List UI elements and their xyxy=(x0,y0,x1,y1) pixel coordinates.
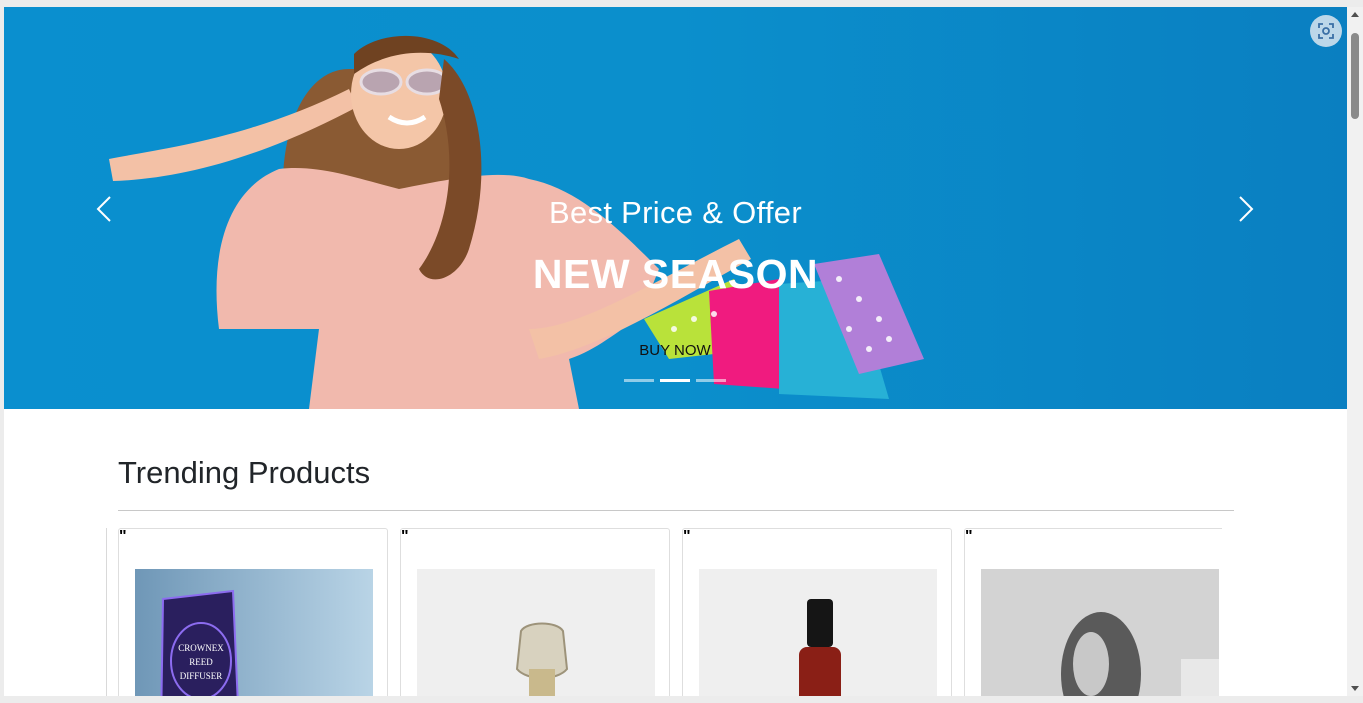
carousel-indicator-1[interactable] xyxy=(624,379,654,382)
product-card[interactable]: " CROWNEX REED DIFFUSER xyxy=(118,528,388,696)
carousel-prev-button[interactable] xyxy=(88,191,124,227)
product-card[interactable]: " xyxy=(400,528,670,696)
hero-subtitle: Best Price & Offer xyxy=(549,195,802,230)
section-divider xyxy=(118,510,1234,511)
triangle-down-icon xyxy=(1351,686,1359,691)
product-image[interactable] xyxy=(981,569,1219,696)
carousel-indicator-2[interactable] xyxy=(660,379,690,382)
screen-capture-icon xyxy=(1318,23,1334,39)
hero-title: NEW SEASON xyxy=(532,251,819,297)
chevron-right-icon xyxy=(1239,196,1254,222)
scroll-down-button[interactable] xyxy=(1347,680,1363,696)
product-card[interactable]: " xyxy=(964,528,1222,696)
product-card-mark: " xyxy=(119,528,127,545)
product-card[interactable]: " xyxy=(682,528,952,696)
product-card-mark: " xyxy=(683,528,691,545)
product-card-mark: " xyxy=(401,528,409,545)
hero-carousel: Best Price & Offer NEW SEASON BUY NOW xyxy=(4,7,1347,409)
product-card-mark: " xyxy=(965,528,973,545)
buy-now-button[interactable]: BUY NOW xyxy=(616,337,734,363)
page-viewport: Best Price & Offer NEW SEASON BUY NOW Tr… xyxy=(4,7,1347,696)
diffuser-label-line-2: REED xyxy=(189,657,213,667)
screen-capture-button[interactable] xyxy=(1310,15,1342,47)
diffuser-label-line-3: DIFFUSER xyxy=(180,671,223,681)
triangle-up-icon xyxy=(1351,12,1359,17)
scrollbar-thumb[interactable] xyxy=(1351,33,1359,119)
scroll-up-button[interactable] xyxy=(1347,7,1363,23)
product-image[interactable] xyxy=(699,569,937,696)
chevron-left-icon xyxy=(96,196,111,222)
product-image[interactable]: CROWNEX REED DIFFUSER xyxy=(135,569,373,696)
carousel-indicator-3[interactable] xyxy=(696,379,726,382)
trending-products-list: " CROWNEX REED DIFFUSER " " " xyxy=(106,525,1222,696)
diffuser-label-line-1: CROWNEX xyxy=(178,643,224,653)
carousel-next-button[interactable] xyxy=(1228,191,1264,227)
page-scrollbar[interactable] xyxy=(1347,7,1363,696)
trending-products-title: Trending Products xyxy=(118,455,371,490)
product-image[interactable] xyxy=(417,569,655,696)
